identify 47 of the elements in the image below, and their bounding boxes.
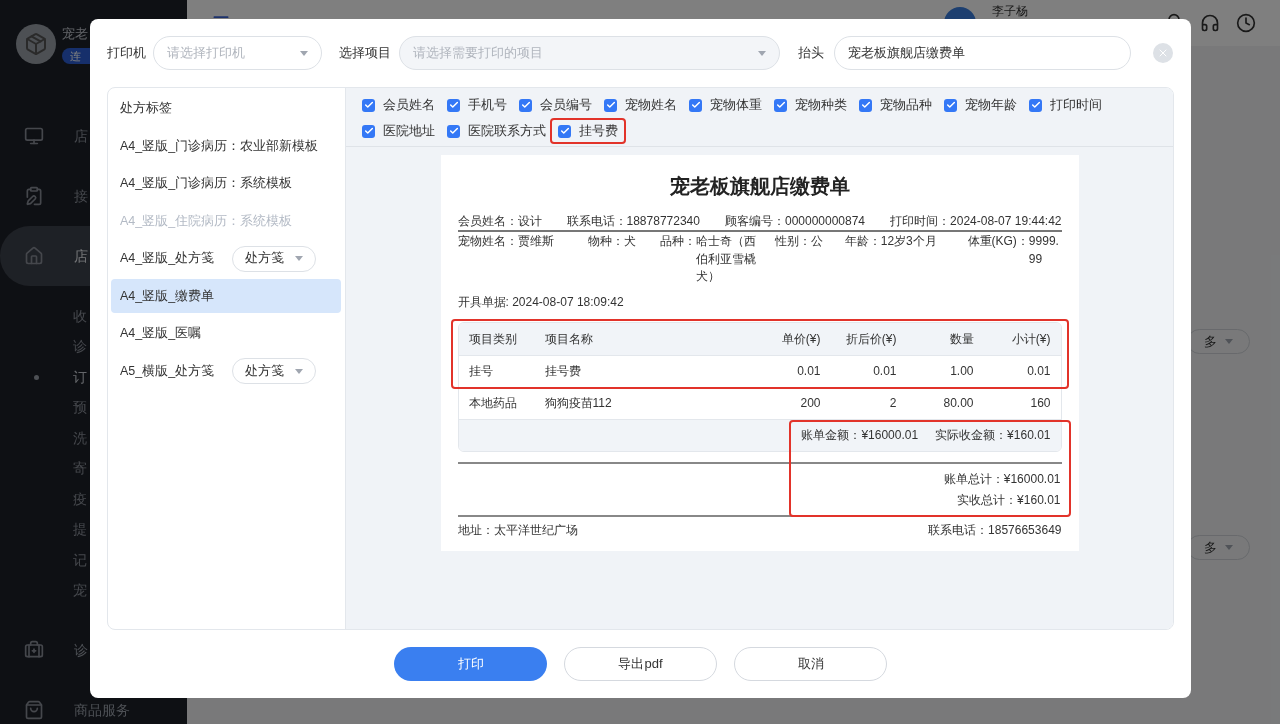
column-header: 数量 [948, 330, 974, 348]
address-text: 地址：太平洋世纪广场 [457, 521, 578, 539]
table-cell-text: 160 [1029, 395, 1051, 412]
info-value: 9999.99 [1028, 233, 1060, 268]
info-field: 打印时间：2024-08-07 19:44:42 [890, 213, 1062, 229]
table-cell-text: 挂号 [468, 363, 494, 380]
info-label: 年龄： [844, 233, 881, 250]
field-label: 抬头 [798, 44, 824, 63]
table-cell-text: 0.01 [1026, 363, 1051, 380]
table-cell-text: 0.01 [872, 363, 897, 380]
total-amount: 账单总计：¥16000.01 [943, 470, 1061, 488]
brand-name: 宠老 [62, 25, 89, 43]
info-label: 性别： [774, 233, 811, 250]
column-header: 折后价(¥) [844, 330, 897, 348]
table-cell-text: 1.00 [949, 363, 974, 380]
receipt-title: 宠老板旗舰店缴费单 [668, 174, 851, 199]
column-header: 项目名称 [544, 330, 594, 348]
summary-amount: 实际收金额：¥160.01 [935, 427, 1051, 444]
table-cell-text: 200 [799, 395, 821, 412]
issued-time: 开具单据: 2024-08-07 18:09:42 [457, 293, 625, 311]
table-cell-text: 狗狗疫苗112 [544, 395, 613, 412]
table-cell-text: 2 [888, 395, 897, 412]
info-label: 体重(KG)： [967, 233, 1029, 250]
info-label: 品种： [660, 233, 697, 250]
total-amount: 实收总计：¥160.01 [957, 491, 1061, 509]
column-header: 小计(¥) [1010, 330, 1051, 348]
summary-amount: 账单金额：¥16000.01 [801, 427, 919, 444]
field-label: 选择项目 [339, 44, 391, 63]
info-field: 顾客编号：000000000874 [724, 213, 866, 229]
user-name: 李子杨 [992, 3, 1028, 20]
table-cell-text: 80.00 [942, 395, 974, 412]
column-header: 项目类别 [468, 330, 518, 348]
table-cell-text: 0.01 [796, 363, 821, 380]
info-field: 联系电话：18878772340 [566, 213, 700, 229]
table-cell-text: 挂号费 [544, 363, 582, 380]
info-value: 12岁3个月 [880, 233, 937, 250]
info-label: 物种： [588, 233, 625, 250]
info-value: 公 [810, 233, 823, 250]
info-field: 会员姓名：设计 [457, 213, 542, 229]
table-cell-text: 本地药品 [468, 395, 518, 412]
info-value: 犬 [624, 233, 637, 250]
column-header: 单价(¥) [780, 330, 821, 348]
info-value: 哈士奇（西伯利亚雪橇犬） [696, 233, 758, 285]
info-value: 贾维斯 [517, 233, 554, 250]
info-label: 宠物姓名： [457, 233, 518, 250]
phone-text: 联系电话：18576653649 [928, 521, 1062, 539]
field-label: 打印机 [107, 44, 146, 63]
